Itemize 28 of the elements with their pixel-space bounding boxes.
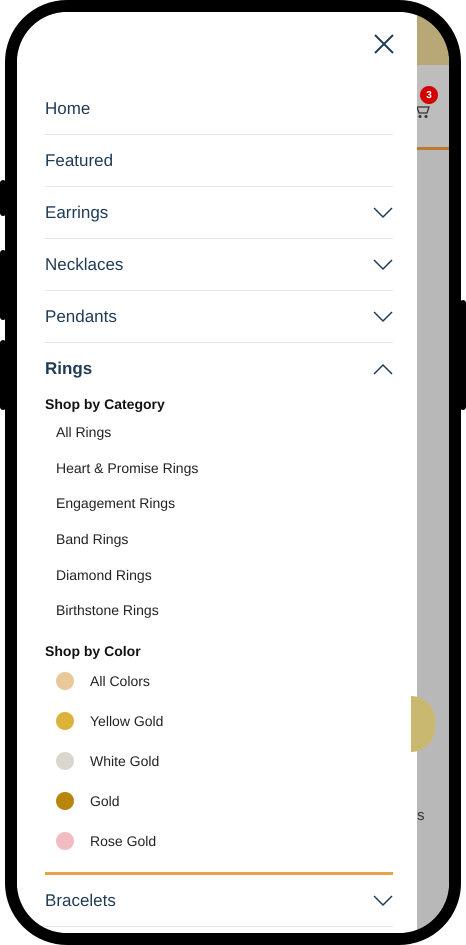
cart-count-badge: 3 <box>420 86 438 104</box>
menu-item[interactable]: Home <box>45 98 90 118</box>
category-link[interactable]: Engagement Rings <box>56 495 176 512</box>
category-link[interactable]: Birthstone Rings <box>56 602 159 618</box>
chevron-down-icon[interactable] <box>373 310 393 322</box>
category-link[interactable]: Band Rings <box>56 530 128 547</box>
category-link[interactable]: Heart & Promise Rings <box>56 460 198 476</box>
color-link[interactable]: White Gold <box>90 753 160 770</box>
menu-item[interactable]: Featured <box>45 150 114 170</box>
section-heading: Shop by Color <box>45 642 142 662</box>
category-link[interactable]: All Rings <box>56 424 112 440</box>
color-link[interactable]: Yellow Gold <box>90 713 164 730</box>
menu-item[interactable]: Rings <box>45 358 92 378</box>
category-link[interactable]: Diamond Rings <box>56 566 152 583</box>
chevron-down-icon[interactable] <box>373 206 393 218</box>
close-icon[interactable] <box>372 32 396 56</box>
menu-item[interactable]: Bracelets <box>45 890 116 911</box>
partial-text: s <box>417 807 424 824</box>
menu-item[interactable]: Earrings <box>45 202 108 222</box>
color-link[interactable]: Gold <box>90 793 120 810</box>
menu-item[interactable]: Pendants <box>45 306 117 326</box>
chevron-down-icon[interactable] <box>373 258 393 270</box>
menu-item[interactable]: Necklaces <box>45 254 124 274</box>
color-link[interactable]: All Colors <box>90 673 150 690</box>
color-link[interactable]: Rose Gold <box>90 833 156 850</box>
chevron-down-icon[interactable] <box>373 894 393 907</box>
chevron-up-icon[interactable] <box>373 362 393 374</box>
section-heading: Shop by Category <box>45 395 166 414</box>
